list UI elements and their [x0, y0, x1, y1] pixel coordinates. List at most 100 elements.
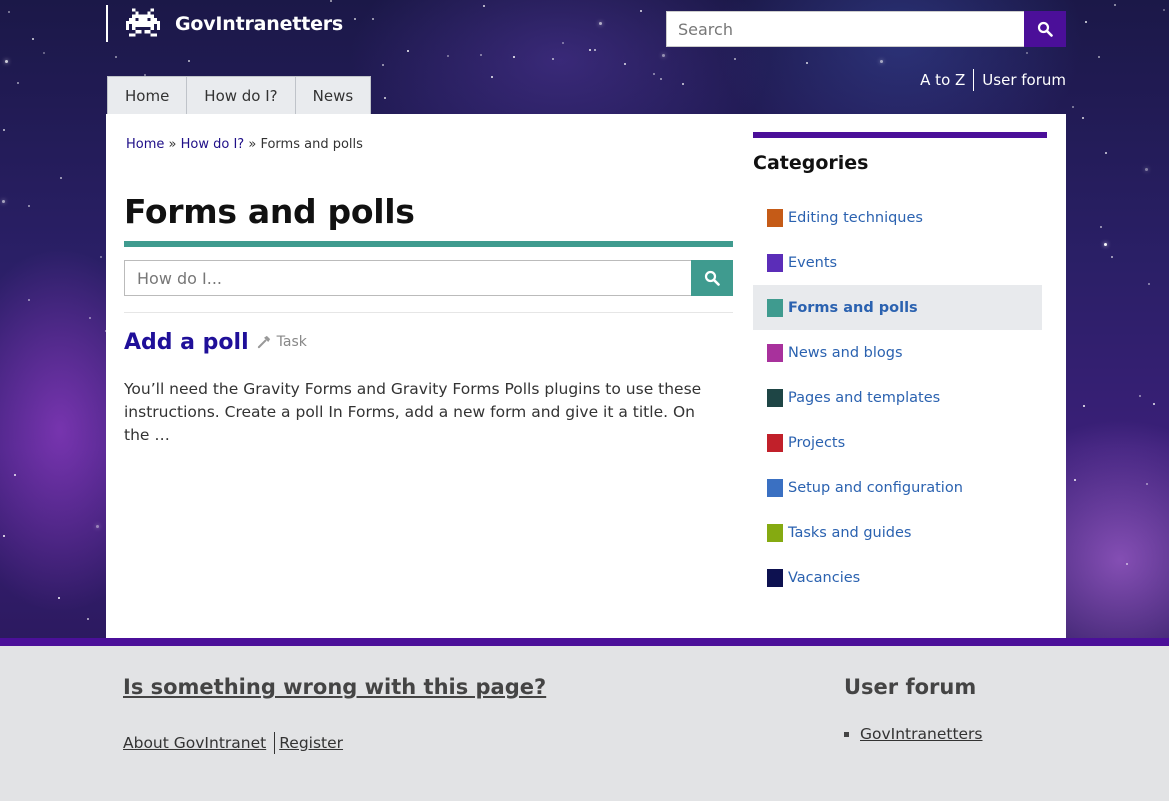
tab-home[interactable]: Home — [107, 76, 188, 114]
category-color-swatch — [767, 388, 783, 407]
list-item: GovIntranetters — [844, 725, 983, 743]
category-item[interactable]: Projects — [753, 420, 1042, 465]
star — [1085, 21, 1087, 23]
category-item[interactable]: Pages and templates — [753, 375, 1042, 420]
star — [880, 60, 883, 63]
star — [1026, 52, 1028, 54]
result-excerpt: You’ll need the Gravity Forms and Gravit… — [124, 380, 702, 444]
star — [589, 49, 591, 51]
category-color-swatch — [767, 208, 783, 227]
site-brand[interactable]: GovIntranetters — [106, 5, 343, 42]
category-link[interactable]: Projects — [788, 435, 845, 451]
category-item[interactable]: Tasks and guides — [753, 510, 1042, 555]
star — [96, 525, 99, 528]
category-link[interactable]: News and blogs — [788, 345, 903, 361]
how-do-i-search-button[interactable] — [691, 260, 733, 296]
category-link[interactable]: Forms and polls — [788, 300, 918, 316]
star — [599, 22, 602, 25]
category-color-swatch — [767, 523, 783, 542]
tab-news[interactable]: News — [294, 76, 372, 114]
register-link[interactable]: Register — [279, 734, 343, 752]
result-type-label: Task — [276, 333, 307, 350]
tab-how-do-i[interactable]: How do I? — [186, 76, 296, 114]
star — [480, 54, 482, 56]
category-item[interactable]: Forms and polls — [753, 285, 1042, 330]
star — [115, 56, 117, 58]
star — [483, 5, 485, 7]
breadcrumb-separator: » — [248, 137, 257, 152]
category-color-swatch — [767, 298, 783, 317]
categories-heading: Categories — [753, 152, 869, 174]
category-color-swatch — [767, 343, 783, 362]
category-item[interactable]: Vacancies — [753, 555, 1042, 600]
star — [1072, 106, 1074, 108]
star — [58, 597, 60, 599]
how-do-i-input[interactable] — [124, 260, 691, 296]
category-item[interactable]: Events — [753, 240, 1042, 285]
primary-nav: Home How do I? News — [107, 76, 372, 114]
star — [100, 256, 102, 258]
category-link[interactable]: Vacancies — [788, 570, 860, 586]
star — [8, 11, 10, 13]
page-title: Forms and polls — [124, 192, 415, 231]
result-title-link[interactable]: Add a poll — [124, 330, 249, 355]
category-link[interactable]: Events — [788, 255, 837, 271]
footer-divider — [274, 732, 276, 754]
star — [60, 177, 62, 179]
footer: Is something wrong with this page? About… — [0, 646, 1169, 801]
star — [28, 205, 30, 207]
title-underline — [124, 241, 733, 247]
about-link[interactable]: About GovIntranet — [123, 734, 266, 752]
star — [662, 54, 665, 57]
star — [1139, 395, 1141, 397]
category-item[interactable]: Setup and configuration — [753, 465, 1042, 510]
star — [5, 60, 8, 63]
star — [3, 535, 5, 537]
bullet-icon — [844, 731, 849, 737]
category-link[interactable]: Setup and configuration — [788, 480, 963, 496]
star — [1105, 152, 1107, 154]
forum-list: GovIntranetters — [844, 725, 983, 743]
forum-link[interactable]: GovIntranetters — [860, 725, 983, 743]
star — [1146, 483, 1148, 485]
star — [1153, 403, 1155, 405]
star — [87, 618, 89, 620]
category-item[interactable]: Editing techniques — [753, 195, 1042, 240]
search-icon — [1037, 21, 1053, 37]
star — [1163, 9, 1165, 11]
breadcrumb-current: Forms and polls — [260, 137, 363, 152]
star — [372, 18, 374, 20]
category-item[interactable]: News and blogs — [753, 330, 1042, 375]
star — [407, 50, 409, 52]
user-forum-link[interactable]: User forum — [974, 71, 1066, 89]
divider — [124, 312, 733, 313]
star — [513, 56, 515, 58]
star — [28, 299, 30, 301]
footer-links: About GovIntranet Register — [123, 732, 343, 754]
category-link[interactable]: Pages and templates — [788, 390, 940, 406]
star — [594, 49, 596, 51]
a-to-z-link[interactable]: A to Z — [912, 71, 973, 89]
forum-heading: User forum — [844, 675, 977, 699]
star — [89, 317, 91, 319]
star — [384, 97, 386, 99]
star — [1126, 563, 1128, 565]
star — [562, 42, 564, 44]
star — [2, 200, 5, 203]
star — [3, 129, 5, 131]
category-link[interactable]: Editing techniques — [788, 210, 923, 226]
search-button[interactable] — [1024, 11, 1066, 47]
breadcrumb-home-link[interactable]: Home — [126, 137, 164, 152]
result-type: Task — [257, 334, 307, 350]
search-input[interactable] — [666, 11, 1024, 47]
hammer-icon — [257, 335, 270, 349]
star — [14, 474, 16, 476]
breadcrumb-how-do-i-link[interactable]: How do I? — [181, 137, 245, 152]
star — [330, 0, 332, 2]
report-problem-link[interactable]: Is something wrong with this page? — [123, 675, 546, 699]
content-panel: Home » How do I? » Forms and polls Forms… — [106, 114, 1066, 640]
star — [1098, 56, 1100, 58]
category-link[interactable]: Tasks and guides — [788, 525, 911, 541]
site-name: GovIntranetters — [175, 12, 344, 35]
star — [640, 10, 642, 12]
